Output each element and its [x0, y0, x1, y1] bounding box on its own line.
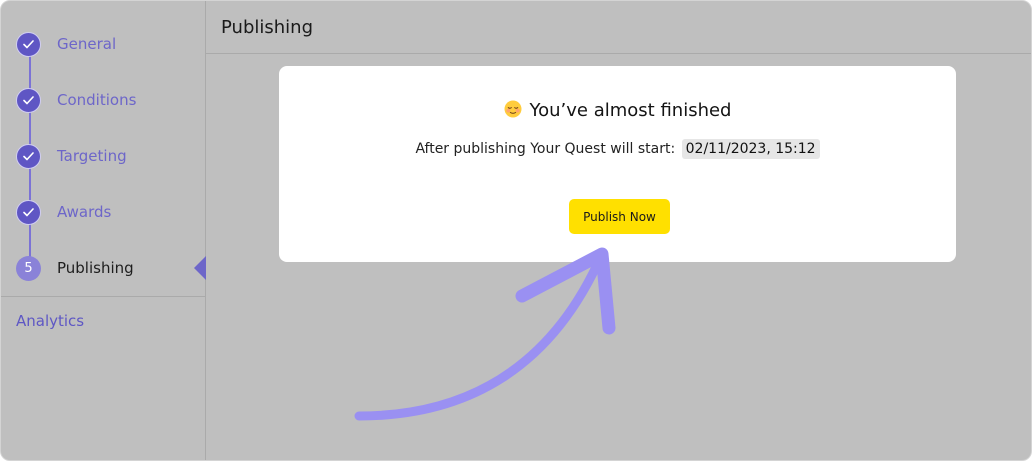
check-icon [16, 31, 41, 57]
sidebar: General Conditions Targeting Awards 5 Pu… [1, 1, 206, 460]
step-conditions[interactable]: Conditions [16, 87, 136, 113]
app-window: General Conditions Targeting Awards 5 Pu… [0, 0, 1032, 461]
step-targeting[interactable]: Targeting [16, 143, 127, 169]
step-label: General [57, 35, 117, 53]
step-label: Targeting [57, 147, 127, 165]
annotation-arrow-icon [354, 247, 616, 421]
active-step-indicator [194, 256, 206, 280]
heading-text: You’ve almost finished [529, 100, 732, 121]
check-icon [16, 143, 41, 169]
start-date-value: 02/11/2023, 15:12 [681, 139, 820, 159]
main-header: Publishing [206, 1, 1031, 54]
publish-now-button[interactable]: Publish Now [569, 199, 670, 234]
relieved-face-icon [504, 100, 522, 118]
step-publishing[interactable]: 5 Publishing [16, 255, 134, 281]
check-icon [16, 199, 41, 225]
start-info: After publishing Your Quest will start: … [279, 139, 956, 159]
step-label: Publishing [57, 259, 134, 277]
step-label: Conditions [57, 91, 137, 109]
step-awards[interactable]: Awards [16, 199, 111, 225]
step-label: Awards [57, 203, 112, 221]
check-icon [16, 87, 41, 113]
start-info-label: After publishing Your Quest will start: [415, 141, 676, 157]
step-general[interactable]: General [16, 31, 116, 57]
analytics-link[interactable]: Analytics [16, 312, 84, 330]
step-number-badge: 5 [16, 255, 41, 281]
sidebar-divider [1, 296, 205, 297]
publish-card: You’ve almost finished After publishing … [279, 66, 956, 262]
page-title: Publishing [221, 17, 313, 38]
card-heading: You’ve almost finished [279, 100, 956, 121]
